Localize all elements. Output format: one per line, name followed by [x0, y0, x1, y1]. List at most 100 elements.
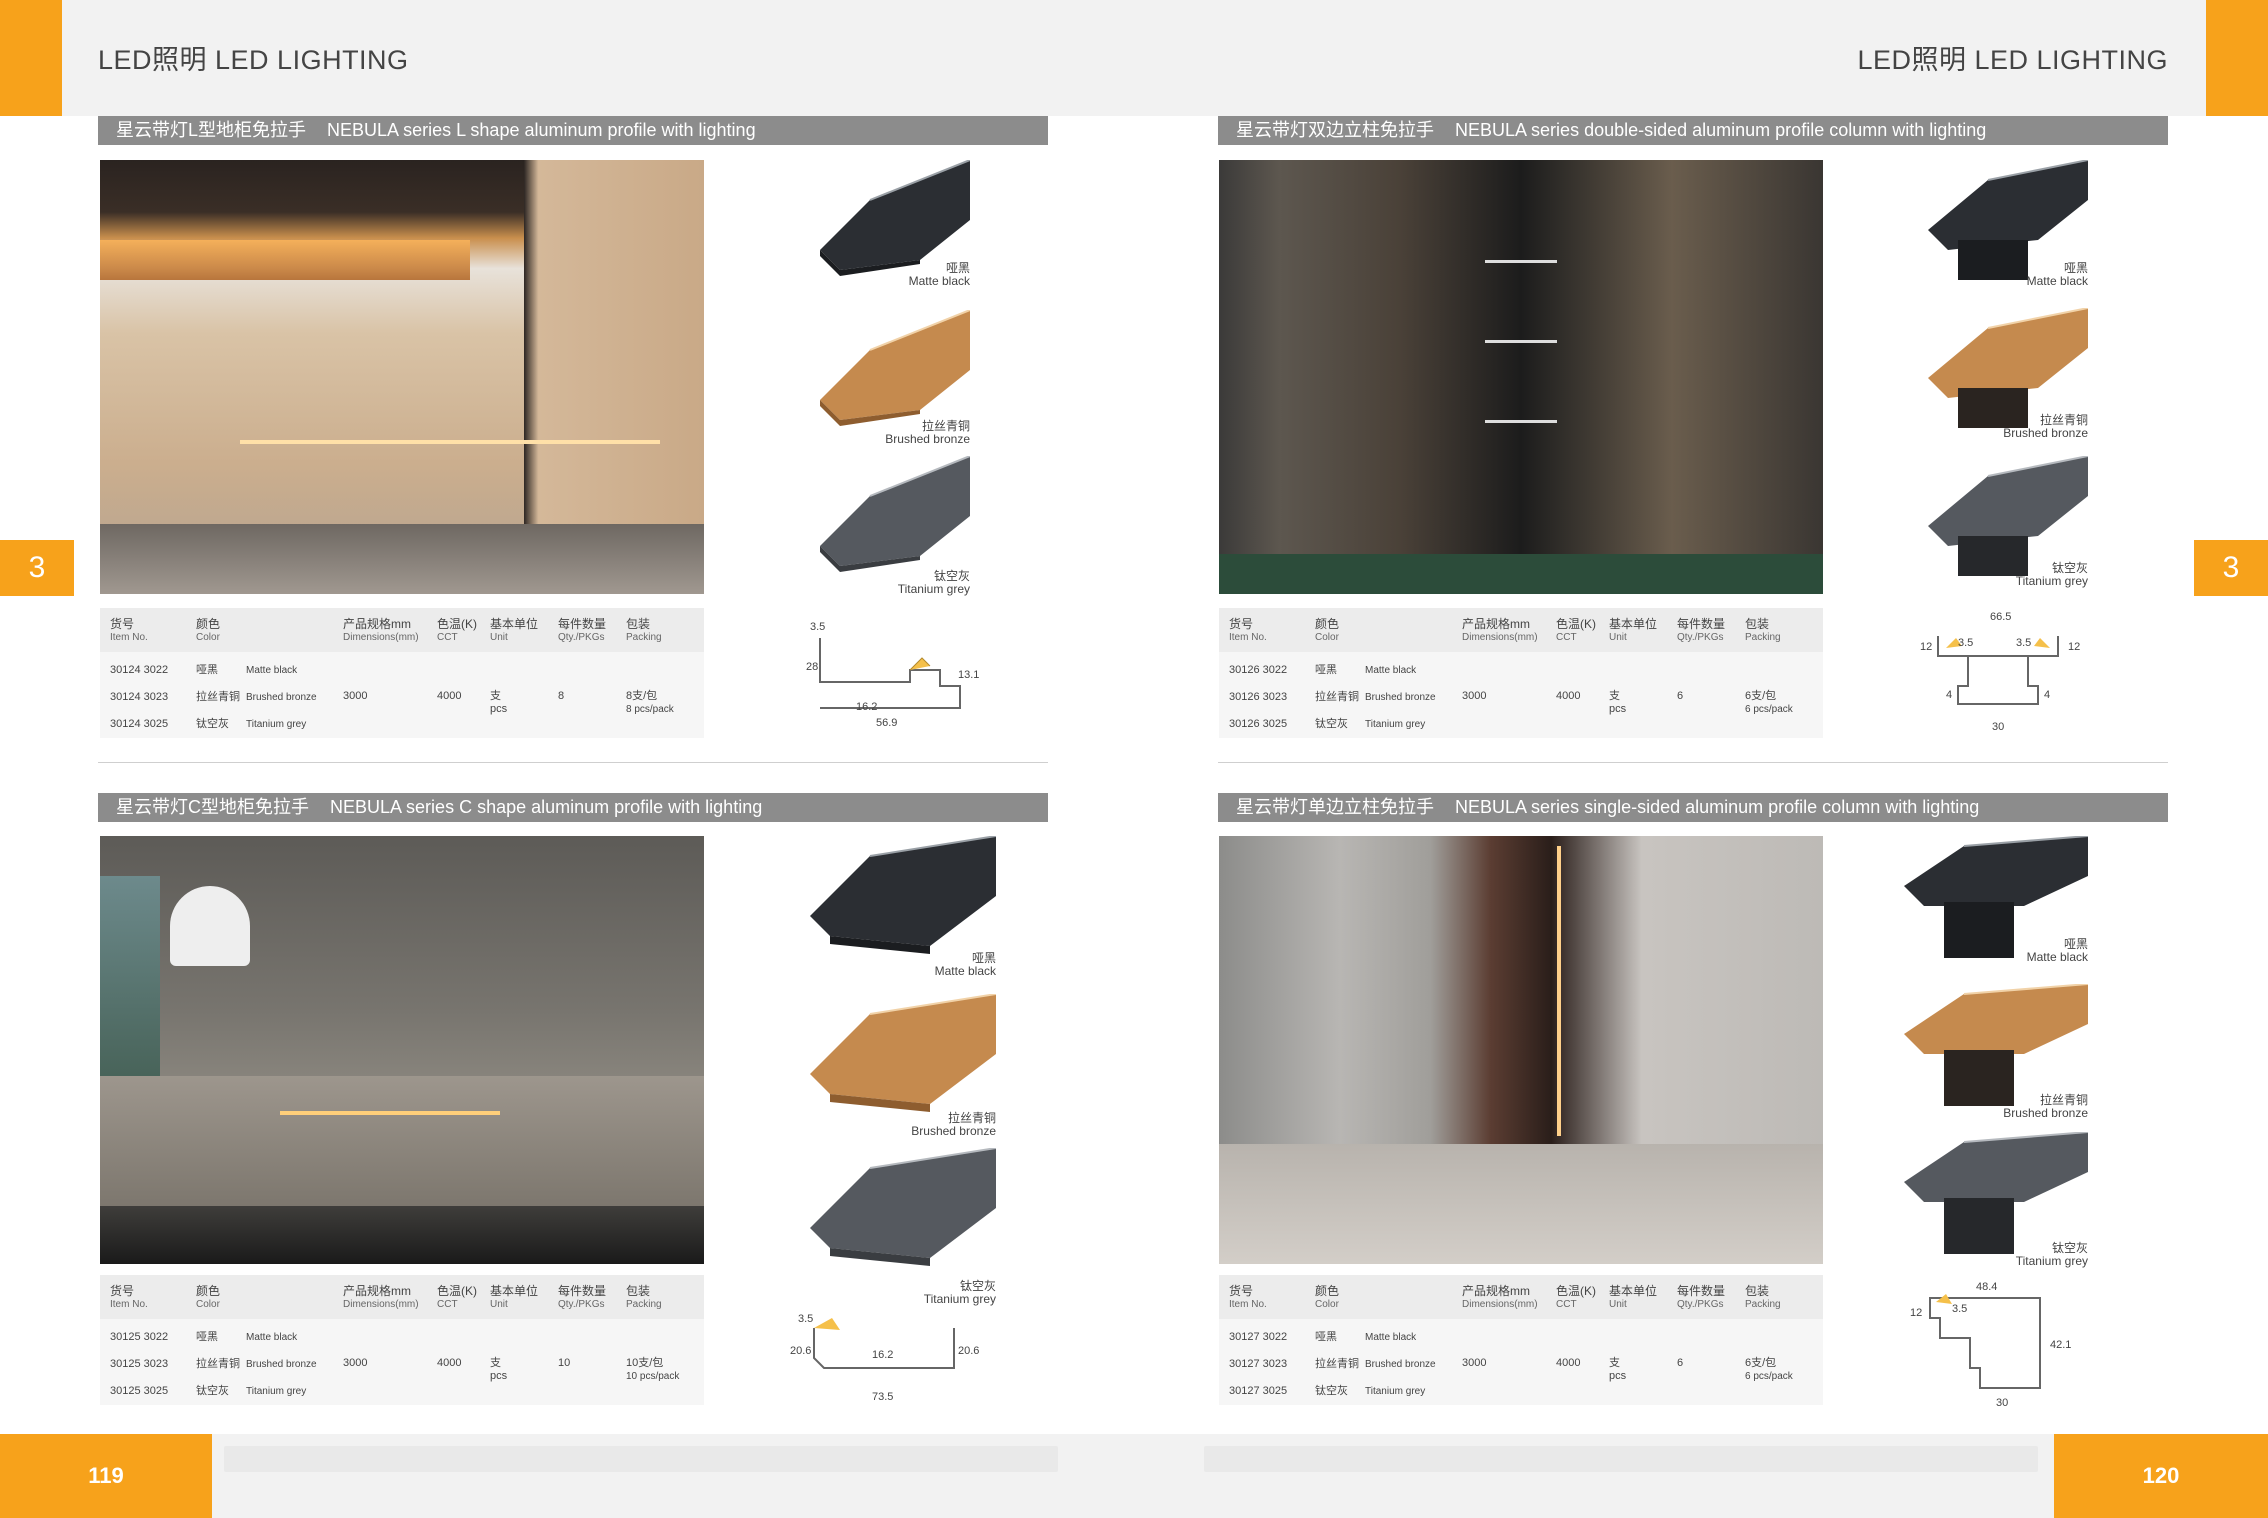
color-cn: 拉丝青铜 — [1315, 1358, 1359, 1370]
color-cn: 拉丝青铜 — [1315, 691, 1359, 703]
dimensions: 3000 — [1462, 690, 1487, 702]
item-no: 30125 3025 — [110, 1385, 169, 1397]
item-no: 30126 3022 — [1229, 664, 1288, 676]
section-divider — [98, 762, 1048, 763]
section-title-bar: 星云带灯L型地柜免拉手 NEBULA series L shape alumin… — [98, 116, 1048, 145]
unit-cn: 支 — [1609, 1357, 1620, 1369]
section-divider — [1218, 762, 2168, 763]
color-en: Brushed bronze — [246, 692, 317, 703]
profile-matte-black: 哑黑 Matte black — [1904, 835, 2089, 964]
dimension-drawing: 66.5 3.5 3.5 12 12 4 4 30 — [1920, 611, 2080, 733]
col-header-en: Qty./PKGs — [1677, 1299, 1724, 1310]
profile-titanium-grey: 钛空灰 Titanium grey — [1928, 455, 2089, 588]
item-no: 30125 3022 — [110, 1331, 169, 1343]
profile-brushed-bronze: 拉丝青铜 Brushed bronze — [800, 993, 997, 1138]
dim-label: 73.5 — [872, 1391, 893, 1403]
finish-label-en: Brushed bronze — [885, 432, 970, 446]
col-header: 色温(K) — [437, 1284, 477, 1298]
dim-label: 42.1 — [2050, 1339, 2071, 1351]
dim-label: 4 — [1946, 689, 1952, 701]
packing-cn: 6支/包 — [1745, 690, 1777, 702]
color-cn: 钛空灰 — [196, 1385, 229, 1397]
section-title-bar: 星云带灯单边立柱免拉手 NEBULA series single-sided a… — [1218, 793, 2168, 822]
col-header-en: Color — [196, 632, 220, 643]
profile-titanium-grey: 钛空灰 Titanium grey — [810, 455, 971, 596]
col-header-en: Item No. — [1229, 1299, 1267, 1310]
color-cn: 哑黑 — [1315, 664, 1337, 676]
item-no: 30125 3023 — [110, 1358, 169, 1370]
wardrobe-column-photo — [1219, 160, 1823, 594]
col-header: 色温(K) — [1556, 617, 1596, 631]
qty: 10 — [558, 1357, 571, 1369]
spec-table: 货号 Item No. 颜色 Color 产品规格mm Dimensions(mm) … — [100, 608, 704, 738]
finish-label-en: Titanium grey — [897, 582, 970, 596]
finish-label-en: Matte black — [2026, 950, 2088, 964]
dimension-drawing: 3.5 20.6 16.2 20.6 73.5 — [790, 1313, 979, 1403]
door-column-photo — [1219, 836, 1823, 1264]
page-number-left: 119 — [0, 1434, 212, 1518]
header-title-left: LED照明 LED LIGHTING — [98, 45, 409, 75]
col-header-en: CCT — [437, 1299, 458, 1310]
col-header-en: Qty./PKGs — [558, 632, 605, 643]
dim-label: 28 — [806, 661, 818, 673]
packing-en: 10 pcs/pack — [626, 1371, 680, 1382]
color-en: Brushed bronze — [1365, 1359, 1436, 1370]
col-header: 包装 — [626, 1284, 651, 1298]
col-header: 每件数量 — [1677, 617, 1726, 631]
dim-label: 48.4 — [1976, 1281, 1997, 1293]
col-header: 颜色 — [196, 1284, 221, 1298]
col-header: 基本单位 — [1609, 617, 1658, 631]
packing-en: 8 pcs/pack — [626, 704, 674, 715]
unit-en: pcs — [1609, 703, 1627, 715]
col-header: 颜色 — [1315, 1284, 1340, 1298]
col-header-en: Packing — [1745, 1299, 1781, 1310]
dimension-drawing: 3.5 28 16.2 56.9 13.1 — [806, 621, 979, 729]
dim-label: 3.5 — [810, 621, 825, 633]
catalog-spread: LED照明 LED LIGHTING LED照明 LED LIGHTING 3 … — [0, 0, 2268, 1518]
unit-cn: 支 — [490, 690, 501, 702]
col-header: 颜色 — [196, 617, 221, 631]
profile-titanium-grey: 钛空灰 Titanium grey — [1904, 1131, 2089, 1268]
page-number-right: 120 — [2054, 1434, 2268, 1518]
packing-en: 6 pcs/pack — [1745, 1371, 1793, 1382]
color-cn: 哑黑 — [1315, 1331, 1337, 1343]
dim-label: 3.5 — [798, 1313, 813, 1325]
finish-label-en: Matte black — [2026, 274, 2088, 288]
col-header: 基本单位 — [490, 1284, 539, 1298]
item-no: 30126 3023 — [1229, 691, 1288, 703]
section-title-cn: 星云带灯L型地柜免拉手 — [116, 120, 307, 140]
profile-brushed-bronze: 拉丝青铜 Brushed bronze — [1928, 307, 2089, 440]
cct: 4000 — [437, 690, 462, 702]
profile-titanium-grey: 钛空灰 Titanium grey — [800, 1147, 997, 1306]
dim-label: 66.5 — [1990, 611, 2011, 623]
packing-cn: 8支/包 — [626, 690, 658, 702]
color-en: Titanium grey — [246, 719, 307, 730]
col-header-en: Packing — [626, 1299, 662, 1310]
qty: 6 — [1677, 690, 1684, 702]
col-header: 产品规格mm — [1462, 617, 1530, 631]
col-header-en: Qty./PKGs — [1677, 632, 1724, 643]
item-no: 30126 3025 — [1229, 718, 1288, 730]
color-cn: 拉丝青铜 — [196, 1358, 240, 1370]
item-no: 30127 3025 — [1229, 1385, 1288, 1397]
col-header: 每件数量 — [1677, 1284, 1726, 1298]
dim-label: 20.6 — [790, 1345, 811, 1357]
dim-label: 16.2 — [856, 701, 877, 713]
section-title-en: NEBULA series double-sided aluminum prof… — [1455, 120, 1987, 140]
color-cn: 哑黑 — [196, 664, 218, 676]
col-header-en: CCT — [1556, 632, 1577, 643]
col-header-en: Unit — [1609, 1299, 1627, 1310]
unit-cn: 支 — [490, 1357, 501, 1369]
dim-label: 30 — [1992, 721, 2004, 733]
col-header-en: Dimensions(mm) — [1462, 632, 1538, 643]
col-header-en: Dimensions(mm) — [343, 1299, 419, 1310]
col-header: 基本单位 — [490, 617, 539, 631]
col-header-en: Dimensions(mm) — [1462, 1299, 1538, 1310]
footer-strip-left — [224, 1446, 1058, 1472]
color-en: Brushed bronze — [1365, 692, 1436, 703]
color-en: Titanium grey — [1365, 1386, 1426, 1397]
footer-strip-right — [1204, 1446, 2038, 1472]
finish-label-en: Brushed bronze — [911, 1124, 996, 1138]
dim-label: 20.6 — [958, 1345, 979, 1357]
profile-brushed-bronze: 拉丝青铜 Brushed bronze — [810, 309, 971, 446]
